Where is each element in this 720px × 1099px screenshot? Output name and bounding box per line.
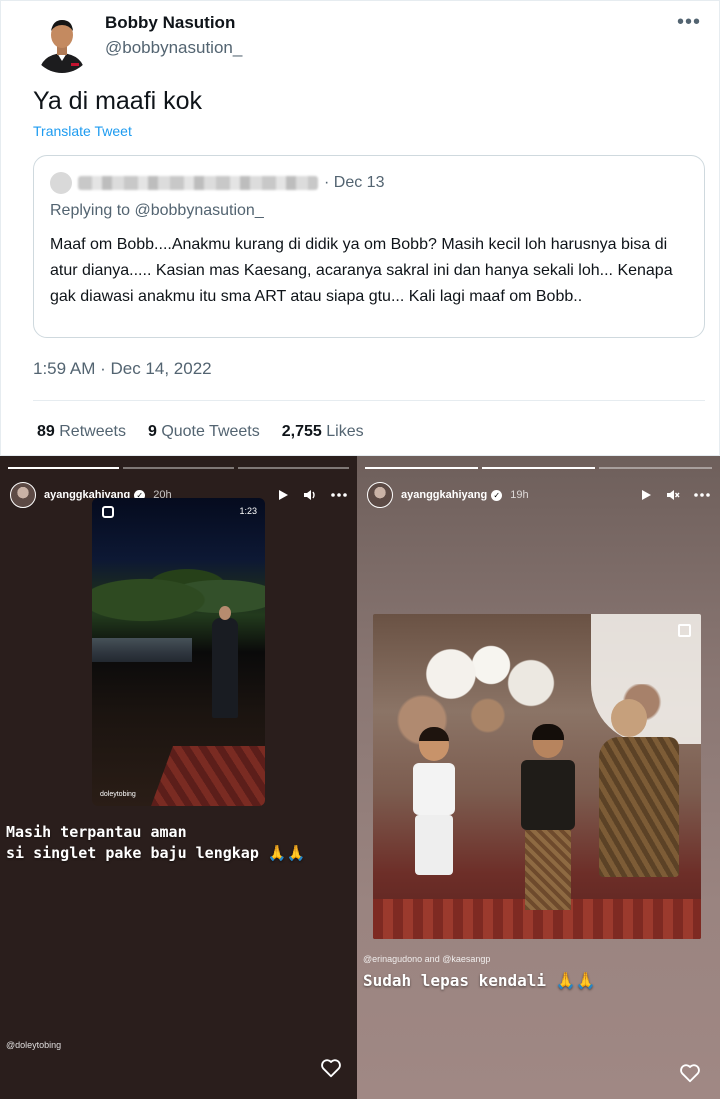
child-pants [415,815,453,875]
play-icon[interactable] [277,489,289,501]
tweet-card: Bobby Nasution @bobbynasution_ ••• Ya di… [0,0,720,456]
video-scene-carpet [151,746,265,806]
story-avatar[interactable] [10,482,36,508]
likes-count: 2,755 [281,423,322,440]
story-avatar[interactable] [367,482,393,508]
video-scene-person [212,606,238,718]
story-progress [8,467,349,469]
avatar-portrait [31,11,93,73]
author-avatar[interactable] [31,11,93,73]
story-progress [365,467,712,469]
video-scene-pool [92,638,192,662]
quote-tweets-stat[interactable]: 9 Quote Tweets [148,423,260,441]
story-controls [640,489,710,501]
volume-icon[interactable] [303,489,317,501]
child-singlet [413,763,455,815]
reels-icon [102,506,114,518]
story-username[interactable]: ayanggkahiyang [401,489,487,501]
progress-segment [238,467,349,469]
quoted-author: · Dec 13 [50,172,384,194]
story-controls [277,489,347,501]
story-caption-line: si singlet pake baju lengkap 🙏🙏 [6,844,306,862]
bride-head [611,699,647,737]
story-caption: Sudah lepas kendali 🙏🙏 [363,971,596,990]
quoted-date: · Dec 13 [324,174,385,191]
translate-tweet-link[interactable]: Translate Tweet [33,123,132,139]
bride-dress [599,737,679,877]
retweets-count: 89 [37,423,55,440]
more-icon[interactable] [694,493,710,497]
mute-icon[interactable] [666,489,680,501]
child-batik [525,830,571,910]
progress-segment [599,467,712,469]
likes-stat[interactable]: 2,755 Likes [282,423,364,441]
child-hair [532,724,564,740]
story-caption-line: Masih terpantau aman [6,823,187,841]
instagram-story-right[interactable]: ayanggkahiyang ✓ 19h @erinagudono and @k… [357,456,720,1099]
progress-segment [123,467,234,469]
photo-scene-bride [593,699,693,909]
story-caption: Masih terpantau aman si singlet pake baj… [6,822,305,864]
divider [33,400,705,401]
verified-icon: ✓ [491,489,503,501]
heart-icon[interactable] [320,1057,342,1079]
multi-photo-icon [678,624,691,637]
child-jacket [521,760,575,830]
more-icon[interactable]: ••• [677,11,701,34]
likes-label: Likes [326,423,364,440]
reel-video[interactable]: 1:23 doleytobing [92,498,265,806]
retweets-label: Retweets [59,423,126,440]
quoted-name-blurred [78,176,318,190]
author-handle[interactable]: @bobbynasution_ [105,38,242,58]
tweet-stats: 89 Retweets 9 Quote Tweets 2,755 Likes [37,423,364,441]
video-duration: 1:23 [239,506,257,516]
progress-segment [365,467,478,469]
child-hair [419,727,449,741]
story-time: 19h [510,489,529,501]
quote-tweets-count: 9 [147,423,157,440]
video-scene-trees [92,558,265,628]
author-name[interactable]: Bobby Nasution [105,13,235,33]
progress-segment [482,467,595,469]
tweet-text: Ya di maafi kok [33,87,203,115]
photo-scene-child-batik [513,724,583,936]
quoted-text: Maaf om Bobb....Anakmu kurang di didik y… [50,236,673,305]
heart-icon[interactable] [679,1062,701,1084]
story-mention[interactable]: @doleytobing [6,1040,61,1050]
play-icon[interactable] [640,489,652,501]
quoted-tweet[interactable]: · Dec 13 Replying to @bobbynasution_ Maa… [33,155,705,338]
story-header: ayanggkahiyang ✓ 19h [367,482,710,508]
progress-segment [8,467,119,469]
story-mention[interactable]: @erinagudono and @kaesangp [363,954,490,964]
retweets-stat[interactable]: 89 Retweets [37,423,126,441]
photo-scene-child-singlet [403,727,463,909]
more-icon[interactable] [331,493,347,497]
video-credit: doleytobing [100,791,136,798]
quote-tweets-label: Quote Tweets [161,423,260,440]
replying-to: Replying to @bobbynasution_ [50,202,264,219]
tweet-timestamp[interactable]: 1:59 AM · Dec 14, 2022 [33,359,212,379]
instagram-story-left[interactable]: ayanggkahiyang ✓ 20h 1:23 doleytobing Ma… [0,456,357,1099]
story-photo[interactable] [373,614,701,939]
quoted-avatar-blurred [50,172,72,194]
